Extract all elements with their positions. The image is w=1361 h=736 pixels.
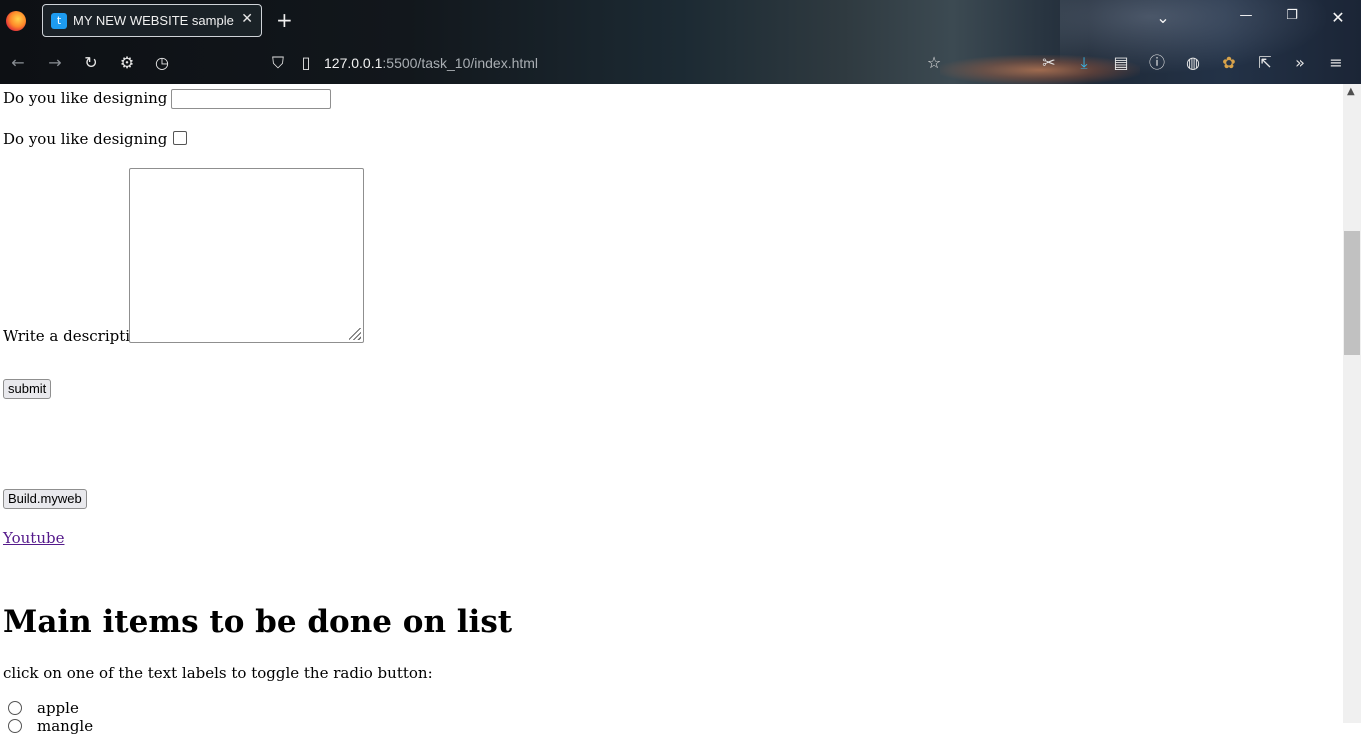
radio-help-text: click on one of the text labels to toggl… (3, 664, 433, 682)
page-icon[interactable]: ▯ (296, 54, 316, 72)
cookie-icon[interactable]: ◍ (1183, 54, 1203, 72)
designing-text-input[interactable] (171, 89, 332, 109)
tab-title: MY NEW WEBSITE sample (73, 13, 234, 28)
sidebar-icon[interactable]: ▤ (1111, 54, 1131, 72)
radio-mangle[interactable] (8, 719, 22, 733)
url-host: 127.0.0.1 (324, 55, 383, 71)
description-textarea[interactable] (129, 168, 364, 343)
radio-apple[interactable] (8, 701, 22, 715)
menu-icon[interactable]: ≡ (1326, 54, 1346, 72)
overflow-icon[interactable]: » (1290, 54, 1310, 72)
firefox-logo-icon[interactable] (6, 11, 26, 31)
reload-icon[interactable]: ↻ (81, 54, 101, 72)
downloads-icon[interactable]: ⤓ (1074, 54, 1094, 72)
designing-text-row: Do you like designing (3, 89, 332, 109)
vertical-scrollbar[interactable]: ▲ (1343, 84, 1361, 723)
url-path: :5500/task_10/index.html (382, 55, 539, 71)
settings-icon[interactable]: ⚙ (117, 54, 137, 72)
share-icon[interactable]: ⇱ (1255, 54, 1275, 72)
tab-active[interactable]: t MY NEW WEBSITE sample ✕ (42, 4, 262, 37)
youtube-link[interactable]: Youtube (3, 529, 64, 547)
main-heading: Main items to be done on list (3, 604, 513, 640)
browser-chrome: t MY NEW WEBSITE sample ✕ + ⌄ — ❐ ✕ ← → … (0, 0, 1361, 84)
designing-checkbox-row: Do you like designing (3, 130, 188, 148)
scroll-up-icon[interactable]: ▲ (1347, 86, 1355, 97)
minimize-button[interactable]: — (1234, 8, 1258, 23)
twitter-favicon-icon: t (51, 13, 67, 29)
build-myweb-button[interactable]: Build.myweb (3, 489, 87, 509)
info-icon[interactable]: ⓘ (1147, 54, 1167, 72)
restore-button[interactable]: ❐ (1280, 8, 1304, 23)
radio-option-mangle[interactable]: mangle (8, 717, 93, 736)
tab-close-icon[interactable]: ✕ (241, 11, 253, 27)
designing-checkbox[interactable] (173, 131, 188, 145)
designing-checkbox-label: Do you like designing (3, 130, 168, 148)
page-content: Do you like designing Do you like design… (0, 84, 1343, 735)
resize-grip-icon[interactable] (349, 328, 361, 340)
forward-icon[interactable]: → (45, 54, 65, 72)
submit-button[interactable]: submit (3, 379, 52, 399)
radio-option-apple[interactable]: apple (8, 699, 79, 718)
tab-bar: t MY NEW WEBSITE sample ✕ + ⌄ — ❐ ✕ (0, 0, 1361, 42)
new-tab-button[interactable]: + (276, 9, 293, 31)
star-icon[interactable]: ☆ (924, 54, 944, 72)
close-window-button[interactable]: ✕ (1326, 8, 1350, 27)
url-bar[interactable]: 127.0.0.1:5500/task_10/index.html (324, 55, 538, 71)
list-all-tabs-icon[interactable]: ⌄ (1151, 8, 1175, 27)
addon-icon[interactable]: ✿ (1219, 54, 1239, 72)
designing-text-label: Do you like designing (3, 89, 168, 107)
shield-icon[interactable]: ⛉ (268, 54, 288, 72)
back-icon[interactable]: ← (8, 54, 28, 72)
description-label: Write a description (3, 327, 149, 345)
radio-apple-label[interactable]: apple (37, 699, 79, 717)
scrollbar-thumb[interactable] (1344, 231, 1360, 355)
extensions-icon[interactable]: ✂ (1039, 54, 1059, 72)
history-icon[interactable]: ◷ (152, 54, 172, 72)
nav-toolbar: ← → ↻ ⚙ ◷ ⛉ ▯ 127.0.0.1:5500/task_10/ind… (0, 42, 1361, 84)
radio-mangle-label[interactable]: mangle (37, 717, 93, 735)
